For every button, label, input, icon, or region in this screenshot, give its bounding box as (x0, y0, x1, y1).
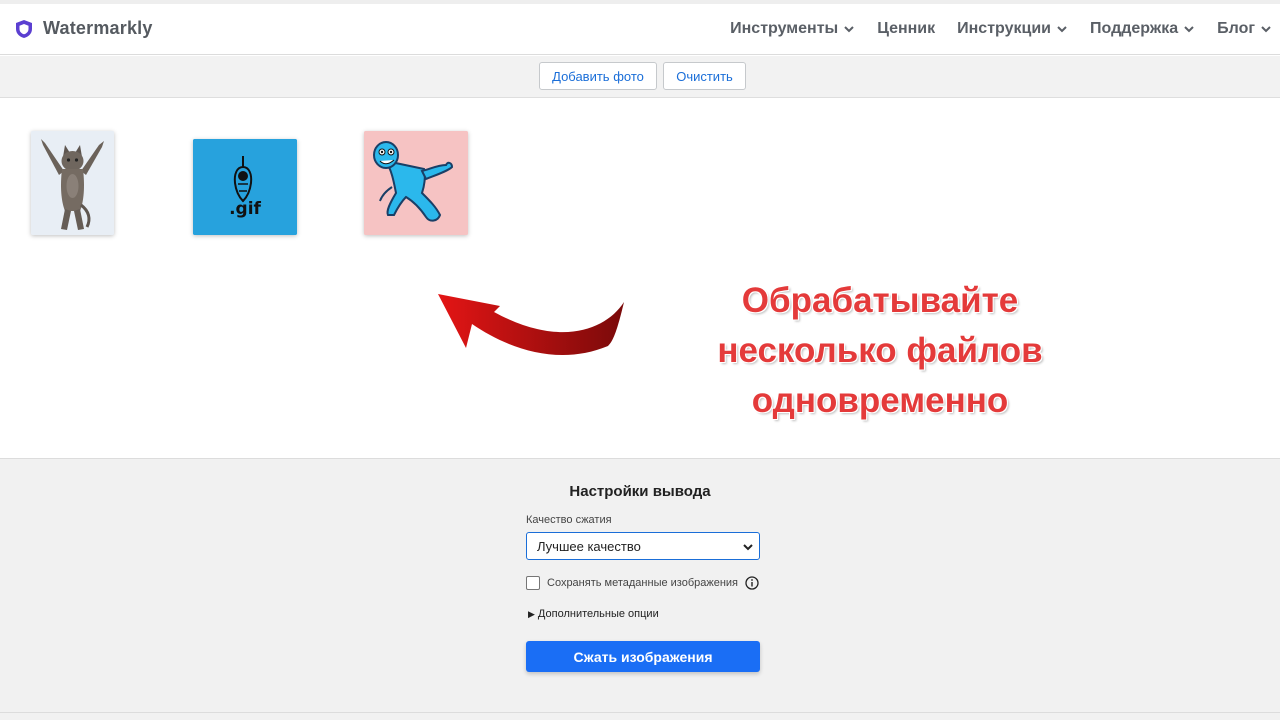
compress-images-button[interactable]: Сжать изображения (526, 641, 760, 672)
promo-text: Обрабатывайте несколько файлов одновреме… (640, 276, 1120, 426)
nav-pricing[interactable]: Ценник (877, 20, 935, 38)
blue-cartoon-image (364, 131, 468, 235)
metadata-option: Сохранять метаданные изображения (526, 576, 759, 590)
chevron-down-icon (1261, 26, 1271, 33)
main-nav: Инструменты Ценник Инструкции Поддержка … (708, 20, 1272, 38)
gif-caption: .gif (229, 199, 261, 219)
shield-logo-icon (16, 19, 32, 38)
nav-pricing-label: Ценник (877, 20, 936, 37)
nav-guides-label: Инструкции (957, 20, 1052, 37)
brand-name: Watermarkly (43, 18, 153, 38)
image-thumbnail-cat[interactable] (31, 131, 114, 235)
metadata-checkbox[interactable] (526, 576, 540, 590)
nav-tools-label: Инструменты (730, 20, 839, 37)
nav-guides[interactable]: Инструкции (957, 20, 1068, 38)
advanced-options-label: Дополнительные опции (537, 608, 659, 620)
info-icon[interactable] (745, 576, 759, 590)
output-settings-panel: Настройки вывода Качество сжатия Лучшее … (0, 458, 1280, 720)
nav-blog-label: Блог (1217, 20, 1255, 37)
triangle-right-icon: ▶ (528, 608, 535, 619)
dancing-cat-image (31, 131, 114, 235)
quality-select-value: Лучшее качество (537, 538, 641, 554)
promo-line-3: одновременно (751, 381, 1009, 420)
image-thumbnail-cartoon[interactable] (364, 131, 468, 235)
chevron-down-icon (743, 544, 753, 551)
add-photo-button[interactable]: Добавить фото (539, 62, 657, 90)
nav-tools[interactable]: Инструменты (730, 20, 855, 38)
nav-support-label: Поддержка (1090, 20, 1179, 37)
chevron-down-icon (1057, 26, 1067, 33)
clear-button[interactable]: Очистить (663, 62, 746, 90)
bottom-divider (0, 712, 1280, 713)
chevron-down-icon (844, 26, 854, 33)
nav-blog[interactable]: Блог (1217, 20, 1272, 38)
quality-select[interactable]: Лучшее качество (526, 532, 760, 560)
settings-title: Настройки вывода (569, 483, 711, 500)
gif-file-image (193, 139, 297, 235)
page: Watermarkly Инструменты Ценник Инструкци… (0, 0, 1280, 720)
image-thumbnail-gif[interactable]: .gif (193, 139, 297, 235)
red-arrow-icon (438, 294, 624, 355)
advanced-options-toggle[interactable]: ▶ Дополнительные опции (528, 608, 659, 620)
file-toolbar: Добавить фото Очистить (0, 56, 1280, 98)
nav-support[interactable]: Поддержка (1090, 20, 1195, 38)
site-header: Watermarkly Инструменты Ценник Инструкци… (0, 4, 1280, 55)
promo-line-2: несколько файлов (717, 331, 1043, 370)
chevron-down-icon (1184, 26, 1194, 33)
metadata-label: Сохранять метаданные изображения (547, 577, 739, 589)
quality-label: Качество сжатия (526, 514, 612, 526)
brand-logo[interactable]: Watermarkly (14, 18, 153, 39)
promo-line-1: Обрабатывайте (741, 281, 1019, 320)
